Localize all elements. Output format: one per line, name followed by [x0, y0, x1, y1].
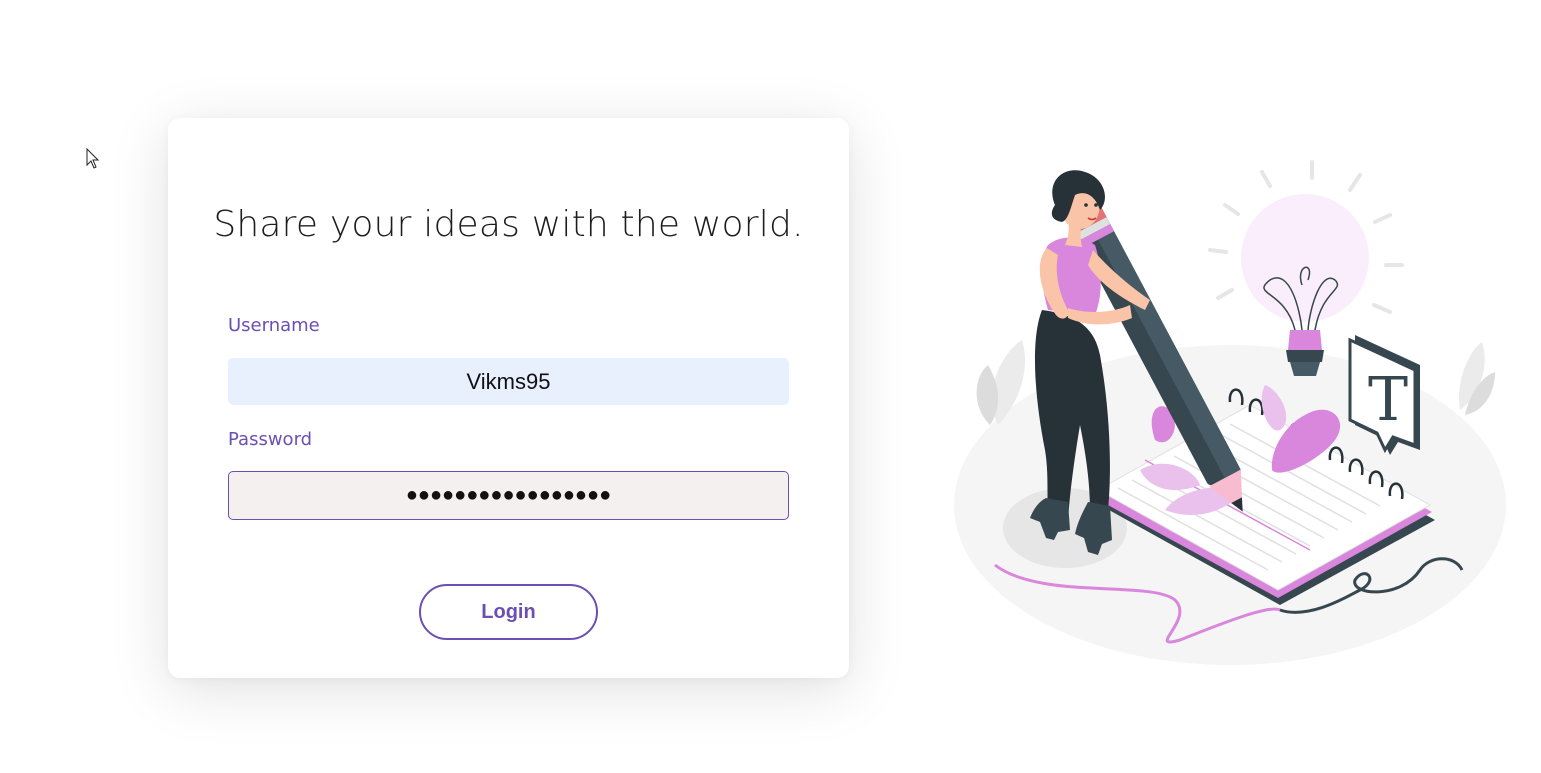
- writer-illustration-icon: T: [954, 160, 1506, 665]
- t-badge-letter: T: [1368, 365, 1408, 435]
- login-button[interactable]: Login: [419, 584, 598, 640]
- mouse-cursor-icon: [86, 148, 100, 169]
- login-card: Share your ideas with the world. Usernam…: [168, 118, 849, 678]
- username-label: Username: [228, 315, 320, 336]
- password-label: Password: [228, 429, 313, 450]
- username-input[interactable]: [228, 358, 789, 405]
- page-title: Share your ideas with the world.: [213, 204, 804, 245]
- login-page: Share your ideas with the world. Usernam…: [0, 0, 1541, 773]
- password-input[interactable]: [228, 471, 789, 520]
